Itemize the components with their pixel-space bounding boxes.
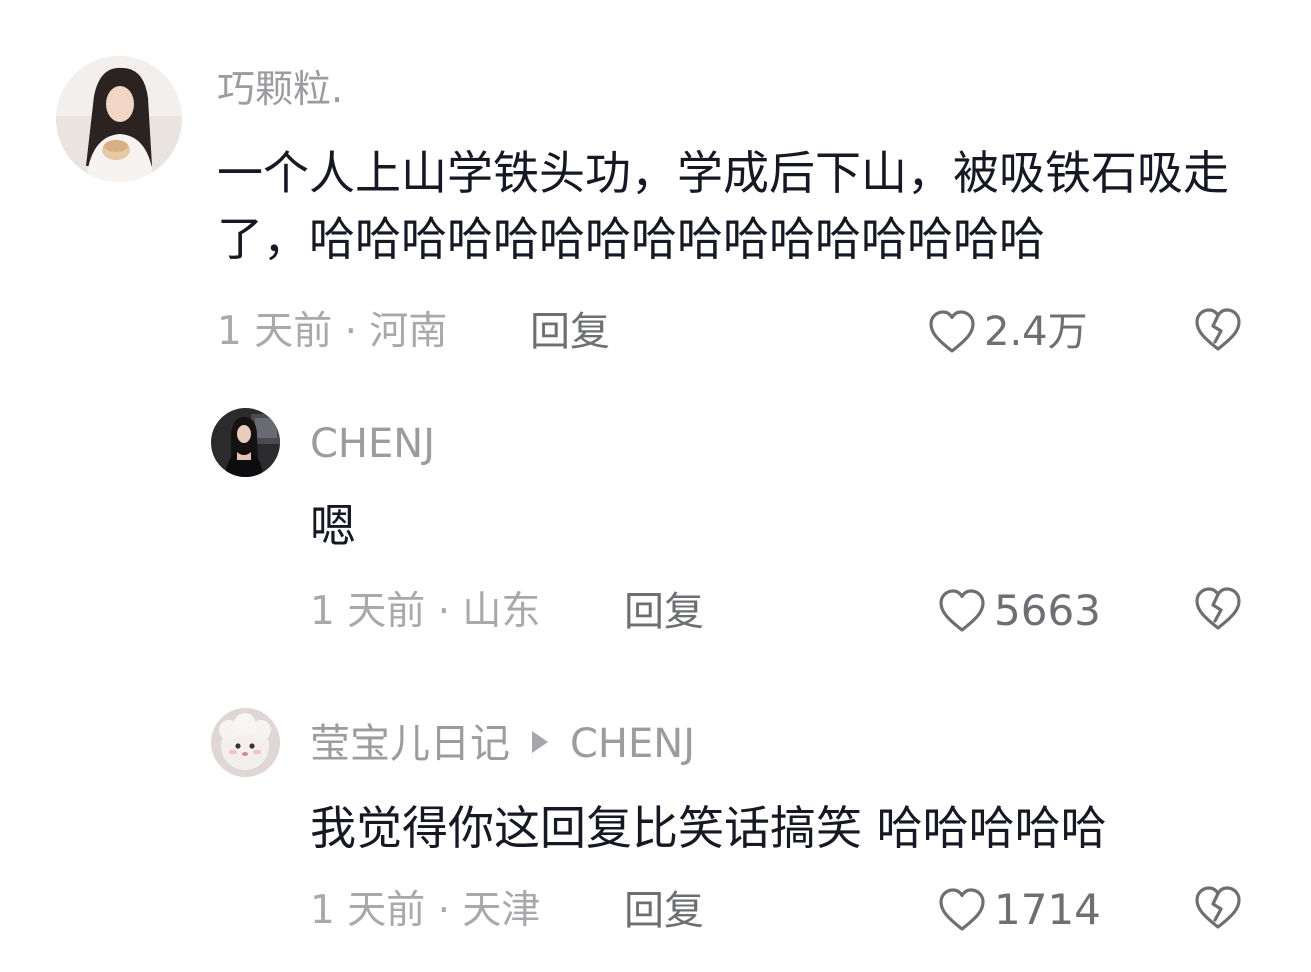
avatar-photo [211, 708, 280, 777]
like-button[interactable]: 2.4万 [928, 306, 1088, 358]
broken-heart-icon [1195, 886, 1241, 929]
like-count: 2.4万 [984, 309, 1088, 355]
heart-outline-icon [939, 589, 985, 632]
avatar-photo [56, 56, 182, 182]
heart-outline-icon [929, 310, 975, 353]
broken-heart-icon [1195, 587, 1241, 630]
comment-text: 嗯 [310, 499, 356, 553]
dislike-button[interactable] [1193, 585, 1243, 633]
reply-to-username[interactable]: CHENJ [570, 721, 695, 767]
comment-text: 一个人上山学铁头功，学成后下山，被吸铁石吸走了，哈哈哈哈哈哈哈哈哈哈哈哈哈哈哈哈 [217, 146, 1229, 266]
comment-meta: 1 天前 · 山东 [310, 589, 541, 634]
like-button[interactable]: 5663 [938, 585, 1101, 637]
dislike-button[interactable] [1193, 306, 1243, 354]
avatar-photo [211, 408, 280, 477]
reply-button[interactable]: 回复 [624, 592, 704, 632]
username[interactable]: 巧颗粒. [217, 70, 343, 108]
heart-outline-icon [939, 888, 985, 931]
like-count: 5663 [994, 586, 1101, 635]
like-button[interactable]: 1714 [938, 884, 1101, 936]
avatar[interactable] [56, 56, 182, 182]
triangle-right-icon [532, 731, 548, 753]
reply-header: 莹宝儿日记 CHENJ [310, 724, 695, 764]
avatar[interactable] [211, 708, 280, 777]
like-count: 1714 [994, 885, 1101, 934]
comment-text: 我觉得你这回复比笑话搞笑 哈哈哈哈哈 [310, 801, 1107, 855]
comment-meta: 1 天前 · 河南 [217, 309, 448, 354]
reply-button[interactable]: 回复 [530, 312, 610, 352]
username[interactable]: 莹宝儿日记 [310, 721, 510, 767]
reply-button[interactable]: 回复 [624, 891, 704, 931]
username[interactable]: CHENJ [310, 424, 435, 464]
avatar[interactable] [211, 408, 280, 477]
dislike-button[interactable] [1193, 884, 1243, 932]
comment-meta: 1 天前 · 天津 [310, 888, 541, 933]
broken-heart-icon [1195, 308, 1241, 351]
